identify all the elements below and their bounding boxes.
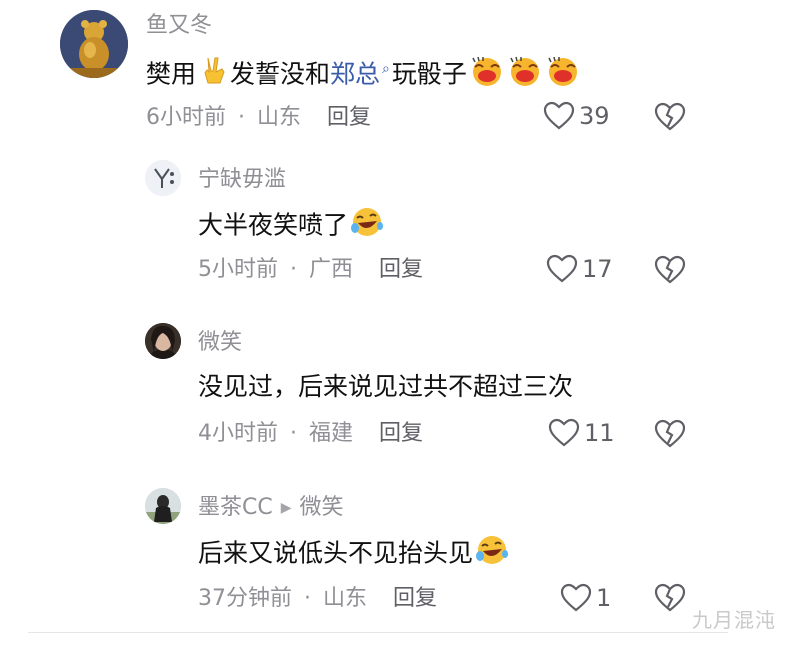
reply-button[interactable]: 回复 [327, 104, 371, 132]
timestamp: 5小时前 [198, 257, 278, 282]
search-icon[interactable]: ⌕ [382, 61, 390, 77]
watermark: 九月混沌 [692, 608, 776, 632]
comment-thread: 鱼又冬 樊用 发誓没和郑总 ⌕玩骰子 6小时前 · 山东 回复 39 宁缺毋滥 … [0, 0, 790, 647]
comment-text-part: 发誓没和 [230, 59, 331, 89]
reply-button[interactable]: 回复 [393, 585, 437, 613]
avatar[interactable] [145, 488, 181, 524]
like-count: 17 [582, 255, 613, 283]
comment-text-part: 后来又说低头不见抬头见 [198, 538, 474, 568]
drool-face-emoji-icon [469, 55, 505, 96]
username[interactable]: 墨茶CC [198, 495, 273, 520]
reply-to-username[interactable]: 微笑 [300, 495, 344, 520]
separator-dot: · [238, 105, 245, 130]
comment-text-part: 大半夜笑喷了 [198, 210, 349, 240]
comment-meta: 6小时前 · 山东 回复 [146, 104, 371, 132]
reply-button[interactable]: 回复 [379, 420, 423, 448]
drool-face-emoji-icon [507, 55, 543, 96]
comment-text: 后来又说低头不见抬头见 [198, 534, 509, 575]
comment-text: 樊用 发誓没和郑总 ⌕玩骰子 [146, 52, 581, 96]
broken-heart-icon [654, 255, 686, 284]
comment-text: 大半夜笑喷了 [198, 206, 384, 247]
rofl-emoji-icon [350, 206, 384, 247]
separator-dot: · [290, 421, 297, 446]
username[interactable]: 宁缺毋滥 [198, 166, 286, 194]
location: 山东 [323, 586, 368, 611]
reply-button[interactable]: 回复 [379, 256, 423, 284]
username-line: 墨茶CC ▶ 微笑 [198, 494, 344, 522]
drool-face-emoji-icon [545, 55, 581, 96]
heart-icon [543, 101, 575, 130]
mention-link[interactable]: 郑总 [330, 59, 380, 88]
comment-meta: 5小时前 · 广西 回复 [198, 256, 423, 284]
comment-text-part: 没见过，后来说见过共不超过三次 [198, 372, 574, 401]
reply-arrow-icon: ▶ [280, 500, 292, 516]
username[interactable]: 微笑 [198, 329, 242, 357]
divider [28, 632, 728, 633]
timestamp: 37分钟前 [198, 586, 292, 611]
heart-icon [548, 418, 580, 447]
heart-icon [546, 254, 578, 283]
silhouette-avatar-icon [145, 488, 181, 524]
gold-bear-avatar-icon [60, 10, 128, 78]
victory-hand-emoji-icon [198, 55, 230, 96]
dislike-button[interactable] [654, 583, 686, 617]
dislike-button[interactable] [654, 255, 686, 289]
like-count: 39 [579, 102, 610, 130]
broken-heart-icon [654, 102, 686, 131]
comment-text: 没见过，后来说见过共不超过三次 [198, 370, 573, 404]
letter-y-avatar-icon [145, 160, 181, 196]
like-button[interactable]: 1 [560, 583, 611, 613]
avatar[interactable] [145, 323, 181, 359]
avatar[interactable] [60, 10, 128, 78]
comment-text-part: 玩骰子 [391, 59, 467, 89]
broken-heart-icon [654, 419, 686, 448]
location: 广西 [309, 257, 354, 282]
timestamp: 4小时前 [198, 421, 278, 446]
comment-meta: 4小时前 · 福建 回复 [198, 420, 423, 448]
heart-icon [560, 583, 592, 612]
separator-dot: · [304, 586, 311, 611]
timestamp: 6小时前 [146, 105, 226, 130]
comment-text-part: 樊用 [146, 59, 197, 89]
broken-heart-icon [654, 583, 686, 612]
like-button[interactable]: 39 [543, 101, 610, 131]
like-count: 11 [584, 419, 615, 447]
avatar[interactable] [145, 160, 181, 196]
location: 山东 [257, 105, 302, 130]
comment-meta: 37分钟前 · 山东 回复 [198, 585, 437, 613]
like-count: 1 [596, 584, 612, 612]
rofl-emoji-icon [475, 534, 509, 575]
separator-dot: · [290, 257, 297, 282]
username[interactable]: 鱼又冬 [146, 12, 212, 40]
like-button[interactable]: 11 [548, 418, 615, 448]
location: 福建 [309, 421, 354, 446]
portrait-avatar-icon [145, 323, 181, 359]
like-button[interactable]: 17 [546, 254, 613, 284]
dislike-button[interactable] [654, 419, 686, 453]
dislike-button[interactable] [654, 102, 686, 136]
